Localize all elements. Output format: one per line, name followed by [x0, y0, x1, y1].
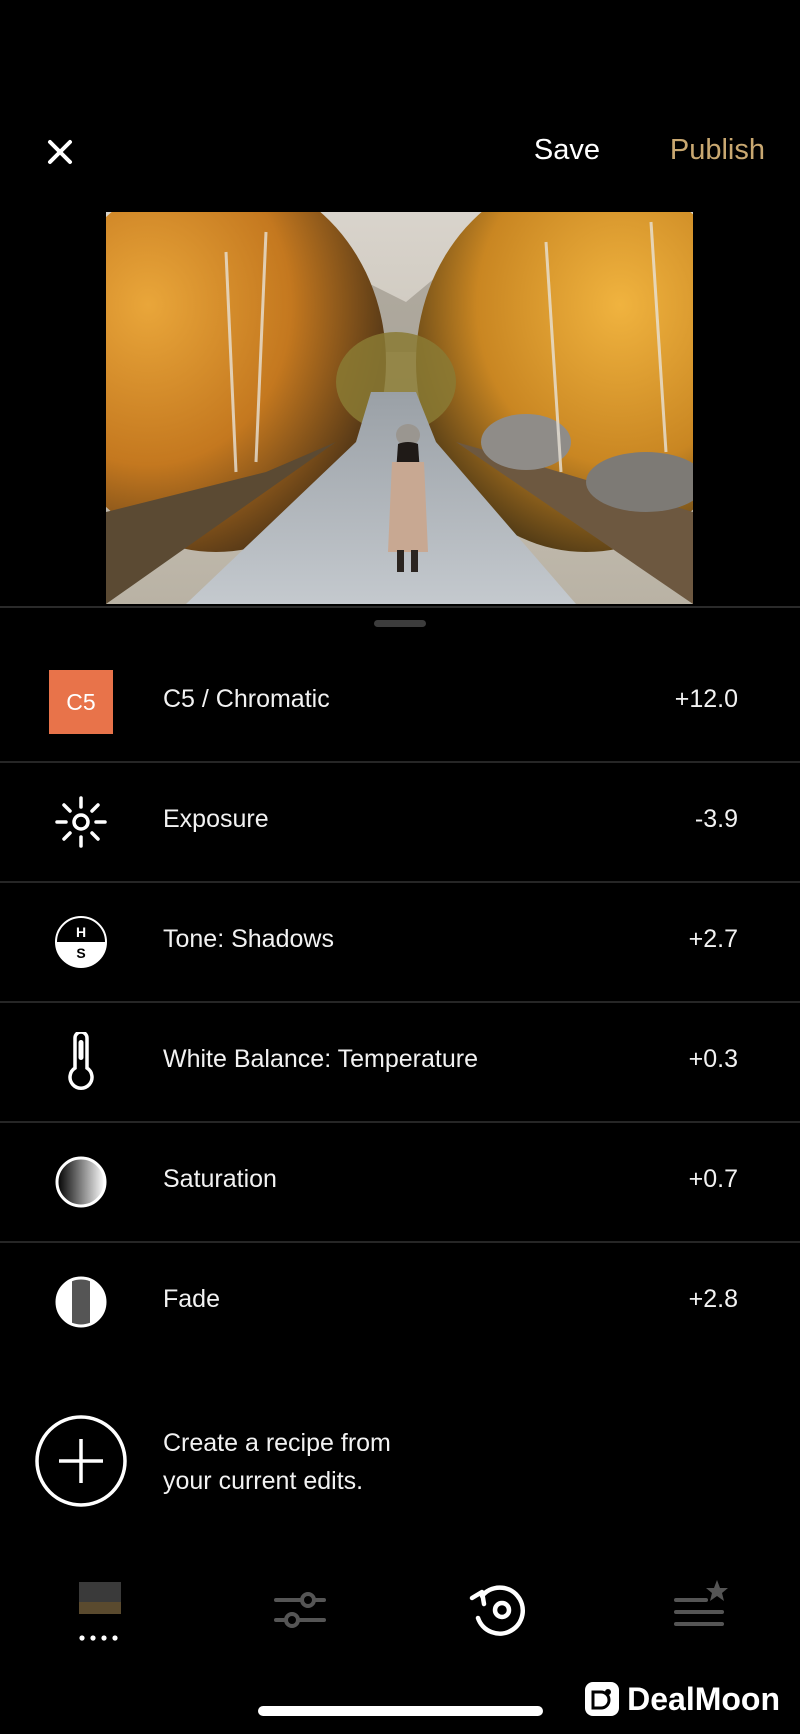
exposure-sun-icon: [49, 790, 113, 854]
fade-icon: [49, 1270, 113, 1334]
panel-grab-handle[interactable]: [374, 620, 426, 627]
publish-button[interactable]: Publish: [670, 134, 765, 167]
edit-row-preset[interactable]: C5 C5 / Chromatic +12.0: [0, 643, 800, 763]
edit-label: Fade: [163, 1285, 220, 1313]
edit-value: +12.0: [674, 685, 738, 713]
create-recipe-button[interactable]: Create a recipe from your current edits.: [0, 1410, 800, 1510]
preset-badge-container: C5: [49, 670, 113, 734]
sliders-icon: [274, 1592, 326, 1628]
top-bar: Save Publish: [0, 118, 800, 188]
nav-presets[interactable]: [60, 1570, 140, 1650]
preset-badge: C5: [49, 670, 113, 734]
edit-label: C5 / Chromatic: [163, 685, 330, 713]
history-icon: [469, 1585, 525, 1636]
photo-image: [106, 212, 693, 604]
edit-value: +0.7: [688, 1165, 738, 1193]
home-indicator: [258, 1706, 543, 1716]
edit-row-saturation[interactable]: Saturation +0.7: [0, 1123, 800, 1243]
save-button[interactable]: Save: [534, 134, 600, 167]
recipe-text: Create a recipe from your current edits.: [163, 1424, 391, 1500]
edit-label: White Balance: Temperature: [163, 1045, 478, 1073]
thermometer-icon: [49, 1030, 113, 1094]
photo-preview[interactable]: [106, 212, 693, 604]
edit-row-tone-shadows[interactable]: H S Tone: Shadows +2.7: [0, 883, 800, 1003]
edit-row-white-balance[interactable]: White Balance: Temperature +0.3: [0, 1003, 800, 1123]
nav-recipes[interactable]: [660, 1570, 740, 1650]
close-button[interactable]: [40, 132, 80, 172]
dealmoon-logo-icon: [585, 1682, 620, 1716]
edit-value: +2.8: [688, 1285, 738, 1313]
edit-label: Tone: Shadows: [163, 925, 334, 953]
presets-icon: [79, 1582, 121, 1641]
svg-text:S: S: [76, 945, 85, 961]
edit-label: Saturation: [163, 1165, 277, 1193]
recipes-icon: [674, 1580, 728, 1626]
watermark-text: DealMoon: [627, 1680, 780, 1717]
recipe-text-line2: your current edits.: [163, 1467, 364, 1495]
recipe-text-line1: Create a recipe from: [163, 1429, 391, 1457]
svg-text:H: H: [76, 924, 86, 940]
saturation-icon: [49, 1150, 113, 1214]
panel-divider: [0, 606, 800, 608]
edit-value: +0.3: [688, 1045, 738, 1073]
bottom-nav: [0, 1570, 800, 1650]
nav-tools[interactable]: [260, 1570, 340, 1650]
close-icon: [48, 140, 72, 164]
edit-value: -3.9: [694, 805, 738, 833]
tone-hs-icon: H S: [49, 910, 113, 974]
plus-circle-icon: [35, 1415, 127, 1507]
edits-list: C5 C5 / Chromatic +12.0 Exposure -3.9 H …: [0, 643, 800, 1361]
edit-row-fade[interactable]: Fade +2.8: [0, 1243, 800, 1361]
watermark: DealMoon: [583, 1680, 780, 1718]
edit-label: Exposure: [163, 805, 269, 833]
nav-history[interactable]: [460, 1570, 540, 1650]
edit-value: +2.7: [688, 925, 738, 953]
edit-row-exposure[interactable]: Exposure -3.9: [0, 763, 800, 883]
